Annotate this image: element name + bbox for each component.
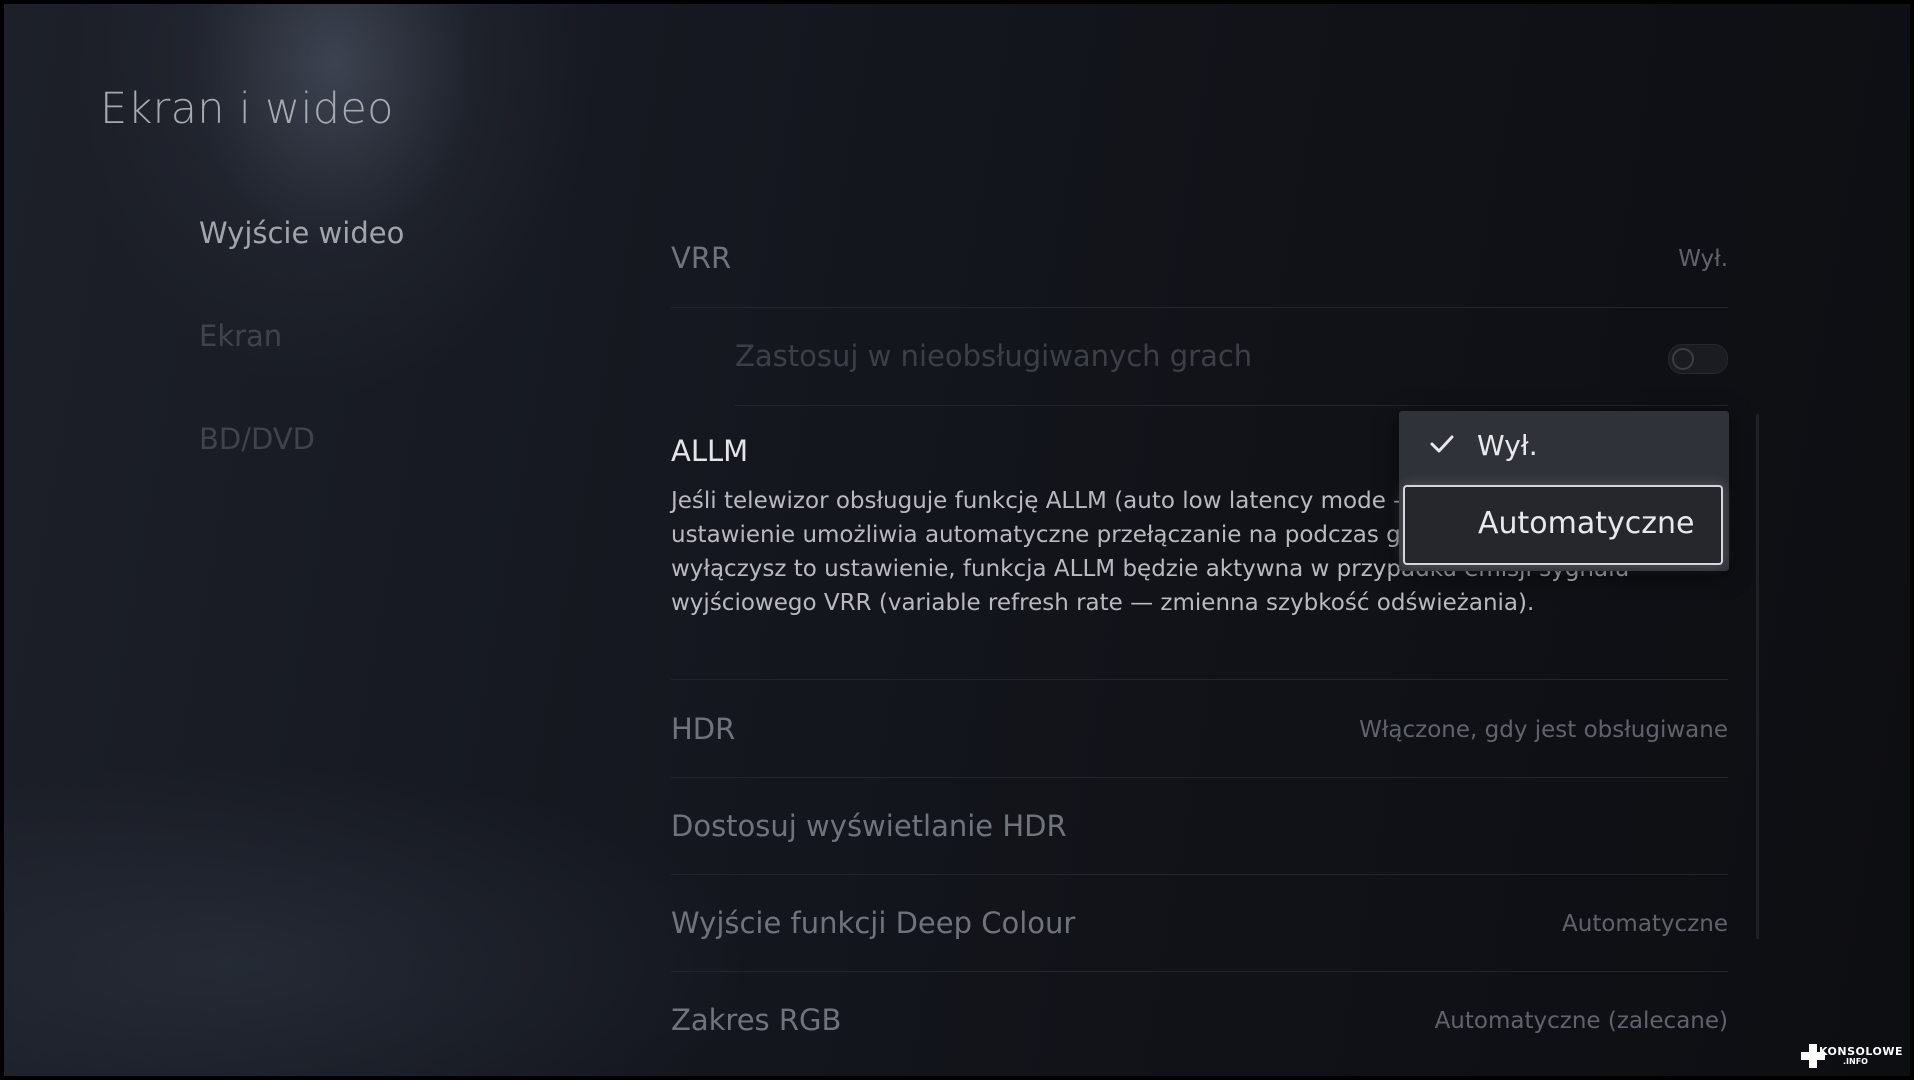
vrr-label: VRR bbox=[671, 241, 732, 275]
allm-label: ALLM bbox=[671, 434, 749, 468]
divider bbox=[671, 307, 1728, 308]
nav-item-bd-dvd[interactable]: BD/DVD bbox=[199, 422, 315, 456]
settings-screen: Ekran i wideo Wyjście wideo Ekran BD/DVD… bbox=[4, 4, 1910, 1076]
page-title: Ekran i wideo bbox=[100, 84, 394, 134]
divider bbox=[671, 777, 1728, 778]
rgb-range-label: Zakres RGB bbox=[671, 1003, 842, 1037]
allm-dropdown-menu: Wył. Automatyczne bbox=[1399, 411, 1729, 571]
scrollbar[interactable] bbox=[1756, 414, 1759, 939]
hdr-adjust-label: Dostosuj wyświetlanie HDR bbox=[671, 809, 1067, 843]
divider bbox=[671, 874, 1728, 875]
dropdown-option-automatic[interactable]: Automatyczne bbox=[1403, 485, 1723, 565]
unsupported-games-toggle[interactable] bbox=[1668, 344, 1728, 374]
divider bbox=[671, 971, 1728, 972]
watermark-domain: .INFO bbox=[1843, 1057, 1868, 1066]
divider bbox=[735, 405, 1728, 406]
setting-row-hdr-adjust[interactable]: Dostosuj wyświetlanie HDR bbox=[671, 809, 1728, 849]
dropdown-option-label: Automatyczne bbox=[1478, 506, 1695, 541]
setting-row-unsupported-games[interactable]: Zastosuj w nieobsługiwanych grach bbox=[671, 339, 1728, 379]
setting-row-rgb-range[interactable]: Zakres RGB Automatyczne (zalecane) bbox=[671, 1003, 1728, 1043]
unsupported-games-label: Zastosuj w nieobsługiwanych grach bbox=[735, 339, 1253, 373]
nav-item-screen[interactable]: Ekran bbox=[199, 319, 282, 353]
nav-item-video-output[interactable]: Wyjście wideo bbox=[199, 216, 404, 250]
setting-row-deep-colour[interactable]: Wyjście funkcji Deep Colour Automatyczne bbox=[671, 906, 1728, 946]
rgb-range-value: Automatyczne (zalecane) bbox=[1434, 1008, 1728, 1034]
divider bbox=[671, 679, 1728, 680]
hdr-label: HDR bbox=[671, 712, 736, 746]
dropdown-option-off[interactable]: Wył. bbox=[1399, 411, 1729, 483]
vrr-value: Wył. bbox=[1678, 246, 1728, 272]
dropdown-option-label: Wył. bbox=[1477, 429, 1538, 462]
setting-row-hdr[interactable]: HDR Włączone, gdy jest obsługiwane bbox=[671, 712, 1728, 752]
checkmark-icon bbox=[1430, 435, 1454, 453]
toggle-knob bbox=[1672, 348, 1694, 370]
deep-colour-value: Automatyczne bbox=[1562, 911, 1728, 937]
hdr-value: Włączone, gdy jest obsługiwane bbox=[1359, 717, 1728, 743]
deep-colour-label: Wyjście funkcji Deep Colour bbox=[671, 906, 1076, 940]
setting-row-vrr[interactable]: VRR Wył. bbox=[671, 241, 1728, 281]
